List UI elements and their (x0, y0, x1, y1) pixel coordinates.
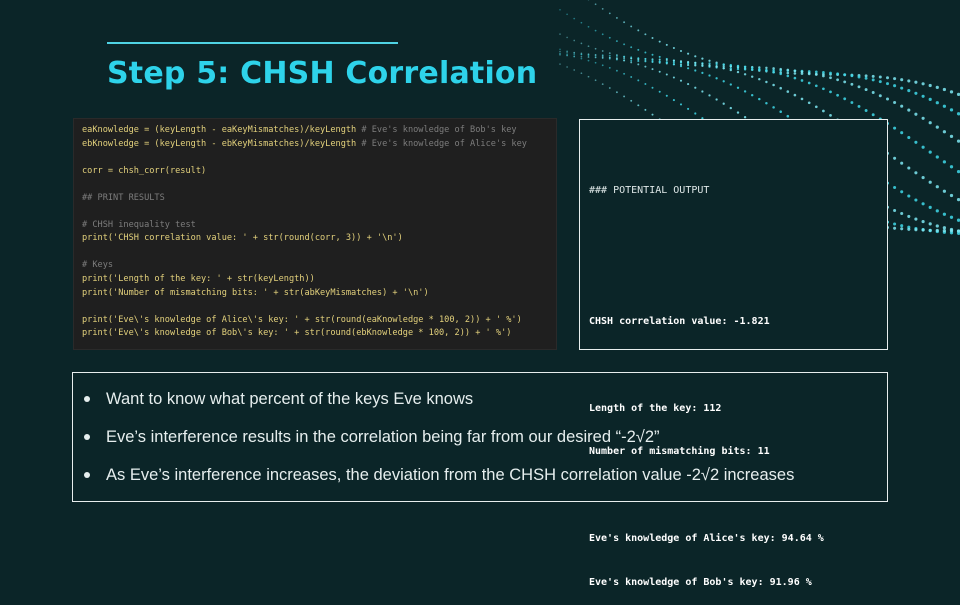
code-line: print('CHSH correlation value: ' + str(r… (82, 232, 556, 246)
bullet-icon (84, 396, 90, 402)
code-screenshot: eaKnowledge = (keyLength - eaKeyMismatch… (73, 118, 557, 350)
code-line: print('Number of mismatching bits: ' + s… (82, 287, 556, 301)
code-text: print('Number of mismatching bits: ' + s… (82, 288, 429, 298)
code-line: eaKnowledge = (keyLength - eaKeyMismatch… (82, 124, 556, 138)
code-text: eaKnowledge = (keyLength - eaKeyMismatch… (82, 125, 361, 135)
code-line (82, 300, 556, 314)
bullet-item: Eve’s interference results in the correl… (84, 427, 887, 447)
code-line: # CHSH inequality test (82, 219, 556, 233)
code-comment: ## PRINT RESULTS (82, 193, 165, 203)
code-line: print('Eve\'s knowledge of Alice\'s key:… (82, 314, 556, 328)
code-text: print('Eve\'s knowledge of Bob\'s key: '… (82, 328, 511, 338)
code-line: print('Eve\'s knowledge of Bob\'s key: '… (82, 327, 556, 341)
output-header: ### POTENTIAL OUTPUT (589, 184, 887, 199)
code-line (82, 205, 556, 219)
title-underline (107, 42, 398, 44)
code-line: corr = chsh_corr(result) (82, 165, 556, 179)
code-text: corr = chsh_corr(result) (82, 166, 206, 176)
code-line (82, 178, 556, 192)
code-line (82, 246, 556, 260)
bullet-text: Eve’s interference results in the correl… (106, 428, 660, 447)
code-comment: # Eve's knowledge of Bob's key (361, 125, 516, 135)
potential-output-box: ### POTENTIAL OUTPUT CHSH correlation va… (579, 119, 888, 350)
bullet-icon (84, 434, 90, 440)
code-text: ebKnowledge = (keyLength - ebKeyMismatch… (82, 139, 361, 149)
code-text: print('CHSH correlation value: ' + str(r… (82, 233, 403, 243)
code-text: print('Eve\'s knowledge of Alice\'s key:… (82, 315, 522, 325)
code-line: ebKnowledge = (keyLength - ebKeyMismatch… (82, 138, 556, 152)
bullet-text: Want to know what percent of the keys Ev… (106, 390, 473, 409)
bullet-item: As Eve’s interference increases, the dev… (84, 465, 887, 485)
code-text: print('Length of the key: ' + str(keyLen… (82, 274, 315, 284)
code-comment: # Keys (82, 260, 113, 270)
code-line: print('Length of the key: ' + str(keyLen… (82, 273, 556, 287)
code-comment: # Eve's knowledge of Alice's key (361, 139, 527, 149)
bullet-text: As Eve’s interference increases, the dev… (106, 466, 794, 485)
output-alice-knowledge: Eve's knowledge of Alice's key: 94.64 % (589, 532, 887, 547)
code-line: # Keys (82, 259, 556, 273)
slide-title: Step 5: CHSH Correlation (107, 56, 537, 91)
bullet-item: Want to know what percent of the keys Ev… (84, 389, 887, 409)
code-comment: # CHSH inequality test (82, 220, 196, 230)
output-bob-knowledge: Eve's knowledge of Bob's key: 91.96 % (589, 576, 887, 591)
bullet-list: Want to know what percent of the keys Ev… (72, 372, 888, 502)
output-correlation: CHSH correlation value: -1.821 (589, 315, 887, 330)
code-line: ## PRINT RESULTS (82, 192, 556, 206)
bullet-icon (84, 472, 90, 478)
code-line (82, 151, 556, 165)
